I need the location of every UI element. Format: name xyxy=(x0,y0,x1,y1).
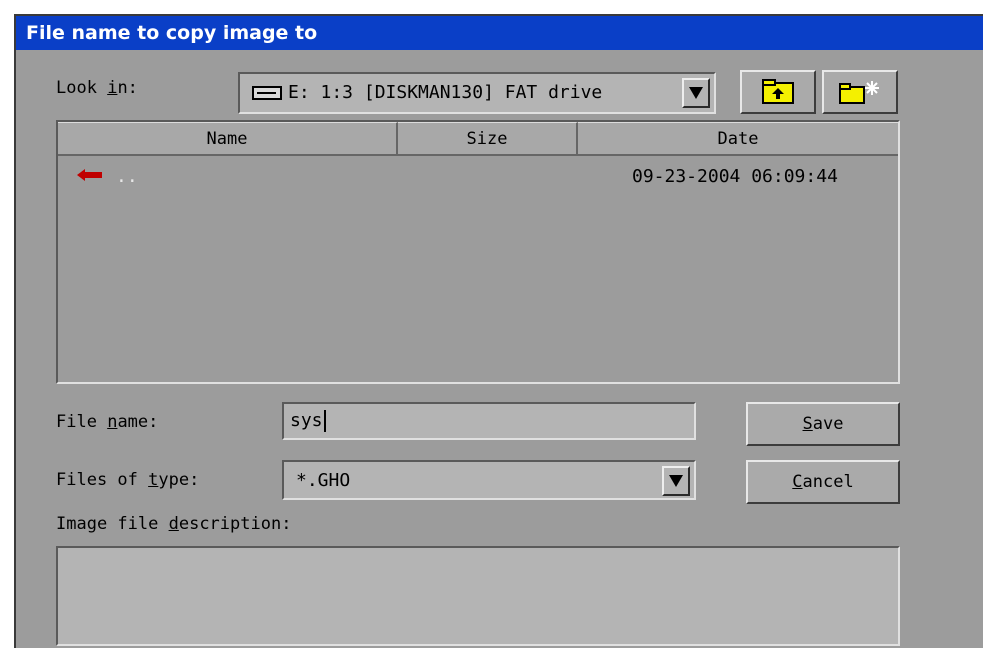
table-row[interactable]: .. 09-23-2004 06:09:44 xyxy=(68,164,888,188)
file-name-input[interactable]: sys xyxy=(282,402,696,440)
column-header-size[interactable]: Size xyxy=(398,122,578,156)
look-in-label: Look in: xyxy=(56,78,138,98)
up-folder-icon xyxy=(762,79,794,104)
row-name: .. xyxy=(116,166,138,187)
copy-image-dialog: File name to copy image to Look in: E: 1… xyxy=(14,14,983,648)
file-type-dropdown-button[interactable] xyxy=(662,466,690,496)
back-arrow-icon xyxy=(77,169,102,181)
look-in-value: E: 1:3 [DISKMAN130] FAT drive xyxy=(288,82,603,103)
drive-icon xyxy=(252,86,282,100)
column-header-date[interactable]: Date xyxy=(578,122,898,156)
look-in-dropdown[interactable]: E: 1:3 [DISKMAN130] FAT drive xyxy=(238,72,716,114)
dialog-title: File name to copy image to xyxy=(16,16,983,50)
file-name-label: File name: xyxy=(56,412,159,432)
description-label: Image file description: xyxy=(56,514,292,534)
file-type-dropdown[interactable]: *.GHO xyxy=(282,460,696,500)
chevron-down-icon xyxy=(669,475,683,487)
new-folder-button[interactable] xyxy=(822,70,898,114)
cancel-button[interactable]: Cancel xyxy=(746,460,900,504)
column-header-name[interactable]: Name xyxy=(58,122,398,156)
file-list[interactable]: Name Size Date .. 09-23-2004 06:09:44 xyxy=(56,120,900,384)
chevron-down-icon xyxy=(689,87,703,99)
look-in-dropdown-button[interactable] xyxy=(682,78,710,108)
file-name-value: sys xyxy=(290,410,326,432)
new-folder-icon xyxy=(839,81,879,104)
description-textarea[interactable] xyxy=(56,546,900,646)
file-type-value: *.GHO xyxy=(296,470,351,491)
save-button[interactable]: Save xyxy=(746,402,900,446)
text-caret xyxy=(323,410,326,432)
file-list-header: Name Size Date xyxy=(58,122,898,156)
file-type-label: Files of type: xyxy=(56,470,200,490)
row-date: 09-23-2004 06:09:44 xyxy=(632,166,838,187)
up-folder-button[interactable] xyxy=(740,70,816,114)
